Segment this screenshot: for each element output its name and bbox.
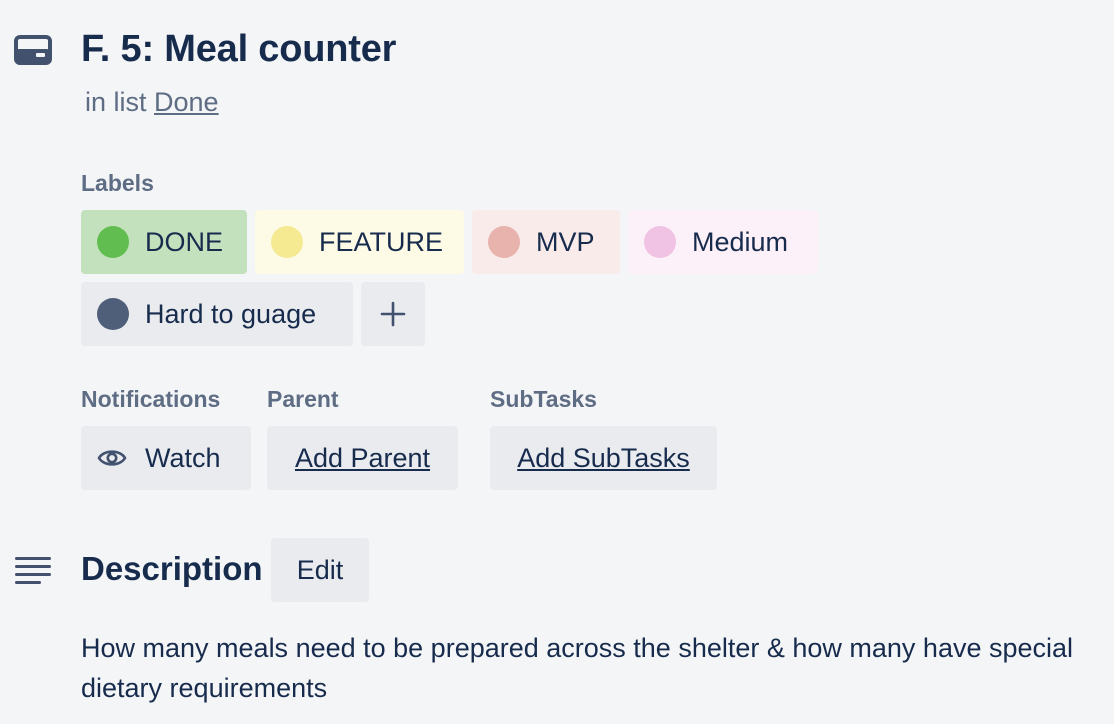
add-subtasks-button[interactable]: Add SubTasks (490, 426, 717, 490)
watch-button[interactable]: Watch (81, 426, 251, 490)
label-dot (97, 226, 129, 258)
card-icon (14, 35, 52, 65)
label-dot (488, 226, 520, 258)
description-lines-icon (14, 555, 52, 587)
eye-icon (97, 450, 127, 466)
plus-icon (380, 301, 406, 327)
edit-description-button[interactable]: Edit (271, 538, 369, 602)
label-dot (97, 298, 129, 330)
card-list-info: in list Done (85, 87, 219, 118)
label-dot (644, 226, 676, 258)
card-title: F. 5: Meal counter (81, 28, 397, 70)
edit-label: Edit (296, 554, 344, 585)
label-chip-mvp[interactable]: MVP (472, 210, 620, 274)
notifications-heading: Notifications (81, 386, 221, 412)
subtasks-heading: SubTasks (490, 386, 597, 412)
in-list-prefix: in list (85, 87, 147, 117)
watch-label: Watch (145, 442, 221, 473)
description-text: How many meals need to be prepared acros… (81, 633, 1074, 703)
description-heading: Description (81, 550, 263, 587)
add-subtasks-label: Add SubTasks (517, 442, 690, 473)
label-name: Medium (692, 226, 789, 257)
label-name: Hard to guage (145, 298, 317, 329)
add-parent-button[interactable]: Add Parent (267, 426, 458, 490)
label-chip-hard-to-guage[interactable]: Hard to guage (81, 282, 353, 346)
labels-heading: Labels (81, 170, 154, 196)
label-chip-feature[interactable]: FEATURE (255, 210, 464, 274)
label-name: MVP (536, 226, 595, 257)
add-parent-label: Add Parent (294, 442, 431, 473)
parent-heading: Parent (267, 386, 339, 412)
label-name: FEATURE (319, 226, 444, 257)
list-link[interactable]: Done (154, 87, 219, 117)
label-chip-done[interactable]: DONE (81, 210, 247, 274)
label-name: DONE (145, 226, 224, 257)
label-dot (271, 226, 303, 258)
label-chip-medium[interactable]: Medium (628, 210, 818, 274)
add-label-button[interactable] (361, 282, 425, 346)
